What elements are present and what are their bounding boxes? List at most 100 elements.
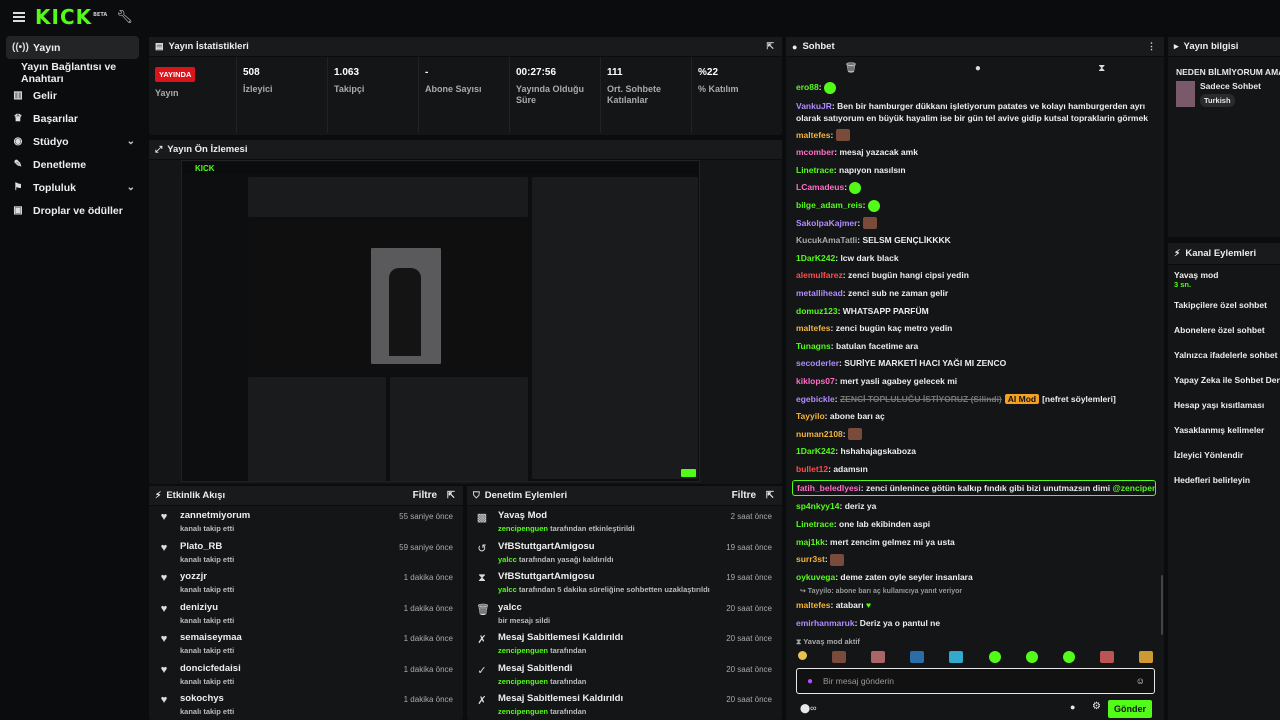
sidebar-item-gelir[interactable]: ▥ Gelir: [0, 84, 145, 107]
list-item[interactable]: ♥ deniziyu kanalı takip etti 1 dakika önce: [149, 598, 463, 629]
chat-message[interactable]: maj1kk: mert zencim gelmez mi ya usta: [786, 534, 1164, 552]
chat-message[interactable]: maltefes: zenci bugün kaç metro yedin: [786, 320, 1164, 338]
send-button[interactable]: Gönder: [1107, 700, 1152, 718]
channel-action-yavas-mod[interactable]: Yavaş mod 3 sn.: [1168, 267, 1280, 292]
list-item[interactable]: ♥ zannetmiyorum kanalı takip etti 55 saniye…: [149, 506, 463, 537]
emote-icon[interactable]: [1025, 651, 1038, 663]
list-item[interactable]: ✗ Mesaj Sabitlemesi Kaldırıldı zencipengue…: [467, 689, 782, 720]
chat-message[interactable]: Tunagns: batulan facetime ara: [786, 338, 1164, 356]
sidebar-item-yay-n[interactable]: ((•)) Yayın: [6, 36, 139, 59]
chat-message[interactable]: oykuvega: deme zaten oyle seyler insanla…: [786, 569, 1164, 587]
popout-icon[interactable]: ⇱: [766, 490, 774, 501]
hourglass-icon[interactable]: ⧗: [1098, 63, 1105, 74]
list-item[interactable]: ✗ Mesaj Sabitlemesi Kaldırıldı zencipengue…: [467, 628, 782, 659]
kick-logo[interactable]: KICKBETA: [35, 5, 107, 29]
list-item[interactable]: ♥ doncicfedaisi kanalı takip etti 1 dakika …: [149, 659, 463, 690]
chat-message[interactable]: VankuJR: Ben bir hamburger dükkanı işlet…: [786, 97, 1164, 127]
chat-username[interactable]: 1DarK242: [796, 446, 835, 456]
emote-icon[interactable]: [949, 651, 964, 663]
chat-username[interactable]: secoderler: [796, 358, 839, 368]
list-item[interactable]: 🗑︎ yalcc bir mesajı sildi 20 saat önce: [467, 598, 782, 629]
chat-message[interactable]: surr3st:: [786, 551, 1164, 569]
follower-name[interactable]: Plato_RB: [180, 541, 234, 552]
chat-message[interactable]: emirhanmaruk: Deriz ya o pantul ne: [786, 615, 1164, 633]
chat-username[interactable]: bilge_adam_reis: [796, 200, 863, 210]
chat-message[interactable]: 1DarK242: hshahajagskaboza: [786, 443, 1164, 461]
follower-name[interactable]: sokochys: [180, 693, 234, 704]
follower-name[interactable]: zannetmiyorum: [180, 510, 250, 521]
chat-username[interactable]: 1DarK242: [796, 253, 835, 263]
channel-action-abonelere-o-zel-sohbet[interactable]: Abonelere özel sohbet: [1168, 317, 1280, 342]
chat-message[interactable]: egebickle: ZENCİ TOPLULUĞU İSTİYORUZ (Si…: [786, 391, 1164, 409]
chat-message[interactable]: numan2108:: [786, 426, 1164, 444]
chat-username[interactable]: ero88: [796, 82, 819, 92]
channel-action-yaln-zca-ifadelerle-sohbet[interactable]: Yalnızca ifadelerle sohbet: [1168, 342, 1280, 367]
sidebar-item-denetleme[interactable]: ✎ Denetleme: [0, 153, 145, 176]
chevron-down-icon[interactable]: ⌄: [127, 136, 135, 147]
follower-name[interactable]: semaiseymaa: [180, 632, 242, 643]
sidebar-item-droplar-ve-o-du-ller[interactable]: ▣ Droplar ve ödüller: [0, 199, 145, 222]
sidebar-item-topluluk[interactable]: ⚑ Topluluk ⌄: [0, 176, 145, 199]
chat-username[interactable]: emirhanmaruk: [796, 618, 855, 628]
more-icon[interactable]: ⋮: [1147, 41, 1156, 52]
chat-message[interactable]: alemulfarez: zenci bugün hangi cipsi yed…: [786, 267, 1164, 285]
emote-icon[interactable]: [1062, 651, 1075, 663]
emote-icon[interactable]: [871, 651, 886, 663]
list-item[interactable]: ▩ Yavaş Mod zencipenguen tarafından etkinl…: [467, 506, 782, 537]
chevron-down-icon[interactable]: ⌄: [127, 182, 135, 193]
chat-message[interactable]: ero88:: [786, 79, 1164, 97]
list-item[interactable]: ♥ semaiseymaa kanalı takip etti 1 dakika ön…: [149, 628, 463, 659]
moderator-name[interactable]: yalcc: [498, 555, 517, 564]
chat-username[interactable]: sp4nkyy14: [796, 501, 839, 511]
chat-message[interactable]: maltefes: atabarı ♥: [786, 597, 1164, 615]
chat-username[interactable]: LCamadeus: [796, 182, 844, 192]
list-item[interactable]: ⧗ VfBStuttgartAmigosu yalcc tarafından 5 d…: [467, 567, 782, 598]
list-item[interactable]: ↺ VfBStuttgartAmigosu yalcc tarafından yas…: [467, 537, 782, 568]
list-item[interactable]: ♥ yozzjr kanalı takip etti 1 dakika önce: [149, 567, 463, 598]
chat-message[interactable]: sp4nkyy14: deriz ya: [786, 498, 1164, 516]
chat-username[interactable]: mcomber: [796, 147, 834, 157]
mic-icon[interactable]: ●: [807, 676, 813, 687]
mention[interactable]: @zencipenguen: [1113, 483, 1155, 493]
chat-message[interactable]: 1DarK242: lcw dark black: [786, 250, 1164, 268]
chat-username[interactable]: metallihead: [796, 288, 843, 298]
chat-input[interactable]: ● Bir mesaj gönderin ☺: [796, 668, 1155, 694]
chat-username[interactable]: alemulfarez: [796, 270, 843, 280]
follower-name[interactable]: yozzjr: [180, 571, 234, 582]
chat-username[interactable]: maltefes: [796, 130, 831, 140]
chat-icon[interactable]: ●: [975, 63, 981, 74]
chat-username[interactable]: domuz123: [796, 306, 838, 316]
sidebar-item-bas-ar-lar[interactable]: ♛ Başarılar: [0, 107, 145, 130]
chat-bubble-icon[interactable]: ●: [1070, 702, 1075, 712]
channel-action-i-zleyici-yo-nlendir[interactable]: İzleyici Yönlendir: [1168, 442, 1280, 467]
emote-icon[interactable]: [910, 651, 925, 663]
popout-icon[interactable]: ⇱: [447, 490, 455, 501]
channel-action-yasaklanm-s-kelimeler[interactable]: Yasaklanmış kelimeler: [1168, 417, 1280, 442]
chat-username[interactable]: fatih_beledlyesi: [797, 483, 861, 493]
list-item[interactable]: ♥ sokochys kanalı takip etti 1 dakika önce: [149, 689, 463, 720]
chat-message[interactable]: metallihead: zenci sub ne zaman gelir: [786, 285, 1164, 303]
sidebar-item-yay-n-bag-lant-s-ve-anahtar[interactable]: Yayın Bağlantısı ve Anahtarı: [0, 61, 145, 85]
chat-message[interactable]: Linetrace: one lab ekibinden aspi: [786, 516, 1164, 534]
wrench-icon[interactable]: 🔧︎: [116, 9, 133, 25]
language-tag[interactable]: Turkish: [1200, 94, 1235, 107]
chat-username[interactable]: egebickle: [796, 394, 835, 404]
emoji-icon[interactable]: [798, 651, 807, 660]
chat-username[interactable]: Linetrace: [796, 165, 834, 175]
follower-name[interactable]: deniziyu: [180, 602, 234, 613]
chat-message[interactable]: Tayyilo: abone barı aç: [786, 408, 1164, 426]
emoji-icon[interactable]: ☺: [1136, 676, 1145, 686]
emote-icon[interactable]: [1099, 651, 1114, 663]
emote-icon[interactable]: [832, 651, 847, 663]
chat-message[interactable]: domuz123: WHATSAPP PARFÜM: [786, 303, 1164, 321]
channel-action-hedefleri-belirleyin[interactable]: Hedefleri belirleyin: [1168, 467, 1280, 492]
chat-message[interactable]: bullet12: adamsın: [786, 461, 1164, 479]
chat-username[interactable]: bullet12: [796, 464, 828, 474]
chat-message[interactable]: Linetrace: napıyon nasılsın: [786, 162, 1164, 180]
emote-icon[interactable]: [988, 651, 1001, 663]
settings-icon[interactable]: ⚙︎: [1092, 701, 1101, 712]
chat-username[interactable]: numan2108: [796, 429, 843, 439]
points-icon[interactable]: ⬤∞: [800, 703, 817, 714]
chat-message[interactable]: mcomber: mesaj yazacak amk: [786, 144, 1164, 162]
chat-message-highlighted[interactable]: fatih_beledlyesi: zenci ünlenince götün …: [792, 480, 1156, 497]
